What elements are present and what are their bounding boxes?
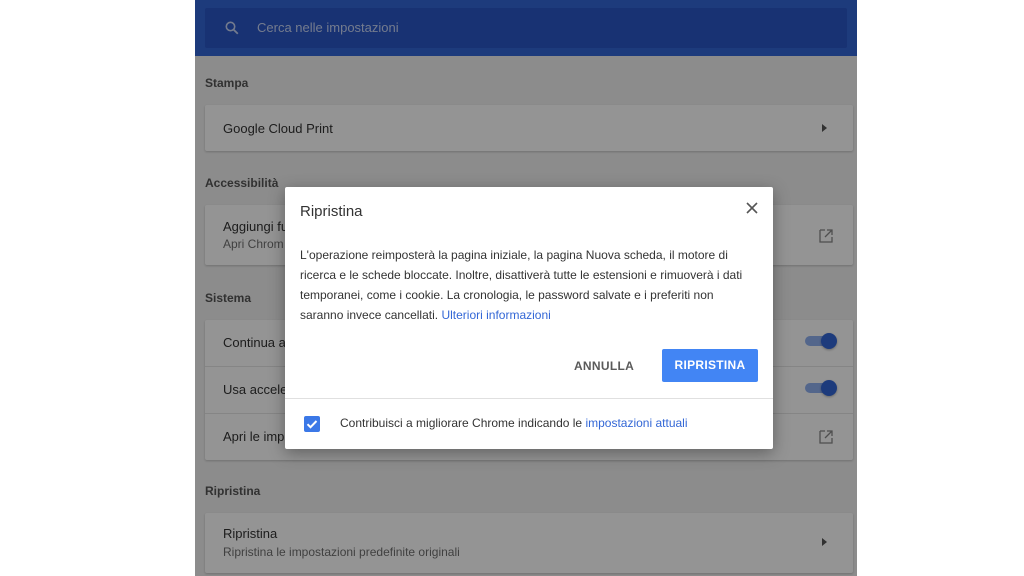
body-line: temporanei, come i cookie. La cronologia… xyxy=(300,288,714,302)
checkbox-label: Contribuisci a migliorare Chrome indican… xyxy=(340,416,688,430)
divider xyxy=(285,398,773,399)
learn-more-link[interactable]: Ulteriori informazioni xyxy=(441,308,550,322)
close-icon[interactable] xyxy=(745,201,759,215)
checkmark-icon xyxy=(306,420,318,429)
body-line: L'operazione reimposterà la pagina inizi… xyxy=(300,248,728,262)
body-line: ricerca e le schede bloccate. Inoltre, d… xyxy=(300,268,743,282)
current-settings-link[interactable]: impostazioni attuali xyxy=(585,416,687,430)
report-checkbox[interactable] xyxy=(304,416,320,432)
reset-button[interactable]: RIPRISTINA xyxy=(662,349,758,382)
body-line-last: saranno invece cancellati. Ulteriori inf… xyxy=(300,305,755,325)
dialog-body: L'operazione reimposterà la pagina inizi… xyxy=(300,245,755,325)
dialog-title: Ripristina xyxy=(300,203,363,220)
reset-dialog: Ripristina L'operazione reimposterà la p… xyxy=(285,187,773,449)
body-line: saranno invece cancellati. xyxy=(300,308,439,322)
cancel-button[interactable]: ANNULLA xyxy=(569,349,639,383)
checkbox-text: Contribuisci a migliorare Chrome indican… xyxy=(340,416,583,430)
